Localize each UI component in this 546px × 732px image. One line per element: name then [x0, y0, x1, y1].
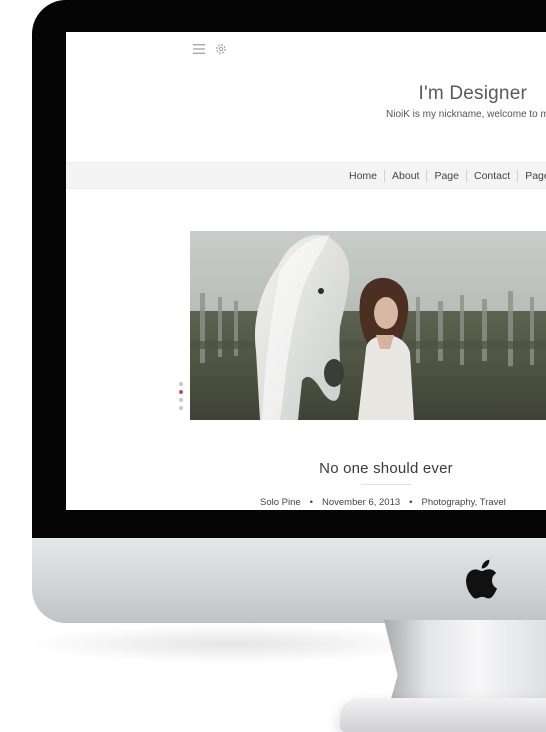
nav-item-home[interactable]: Home — [342, 170, 384, 182]
site-tagline: NioiK is my nickname, welcome to my — [386, 109, 546, 120]
site-title[interactable]: I'm Designer — [419, 83, 527, 105]
apple-logo-icon — [466, 559, 497, 599]
nav-item-about[interactable]: About — [384, 169, 426, 182]
hero-image[interactable] — [190, 231, 546, 420]
website-screen: I'm Designer NioiK is my nickname, welco… — [66, 32, 546, 510]
slider-dot-3[interactable] — [179, 398, 183, 402]
main-navigation: Home About Page Contact Pages — [66, 162, 546, 189]
title-divider — [361, 484, 411, 485]
post-author[interactable]: Solo Pine — [260, 497, 301, 508]
header-toolbar — [192, 42, 228, 56]
gear-icon[interactable] — [214, 42, 228, 56]
nav-item-pages[interactable]: Pages — [517, 169, 546, 182]
floor-shadow — [20, 624, 440, 664]
hamburger-menu-icon[interactable] — [192, 42, 206, 56]
monitor-stand-base — [340, 698, 546, 732]
nav-list: Home About Page Contact Pages — [342, 163, 546, 188]
nav-item-page[interactable]: Page — [426, 169, 466, 182]
post-title[interactable]: No one should ever — [66, 460, 546, 477]
slider-dot-4[interactable] — [179, 406, 183, 410]
slider-dot-2[interactable] — [179, 390, 183, 394]
meta-separator: • — [409, 497, 413, 508]
slider-dot-1[interactable] — [179, 382, 183, 386]
meta-separator: • — [309, 497, 313, 508]
slider-pagination — [179, 382, 183, 410]
post-categories[interactable]: Photography, Travel — [422, 497, 506, 508]
post-date: November 6, 2013 — [322, 497, 401, 508]
post-meta: Solo Pine • November 6, 2013 • Photograp… — [260, 497, 506, 508]
nav-item-contact[interactable]: Contact — [466, 169, 517, 182]
